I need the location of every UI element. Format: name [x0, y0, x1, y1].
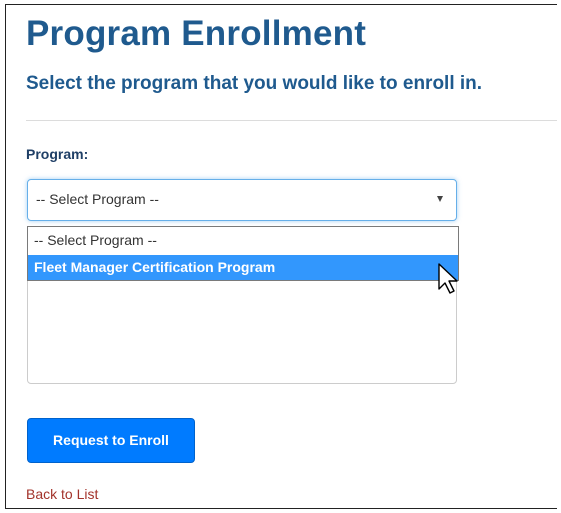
page-subtitle: Select the program that you would like t… [26, 73, 483, 94]
request-to-enroll-button[interactable]: Request to Enroll [27, 418, 195, 463]
chevron-down-icon[interactable] [437, 196, 443, 202]
page-title: Program Enrollment [26, 14, 367, 53]
mouse-pointer-icon [438, 263, 458, 294]
divider [26, 120, 557, 121]
program-select[interactable]: -- Select Program -- [27, 179, 457, 221]
dropdown-option-select-program[interactable]: -- Select Program -- [28, 228, 458, 253]
back-to-list-link[interactable]: Back to List [26, 486, 98, 502]
program-select-value: -- Select Program -- [36, 191, 159, 207]
program-label: Program: [26, 146, 89, 162]
dropdown-option-fleet-manager[interactable]: Fleet Manager Certification Program [28, 255, 458, 280]
program-dropdown-list[interactable]: -- Select Program -- Fleet Manager Certi… [27, 226, 459, 281]
